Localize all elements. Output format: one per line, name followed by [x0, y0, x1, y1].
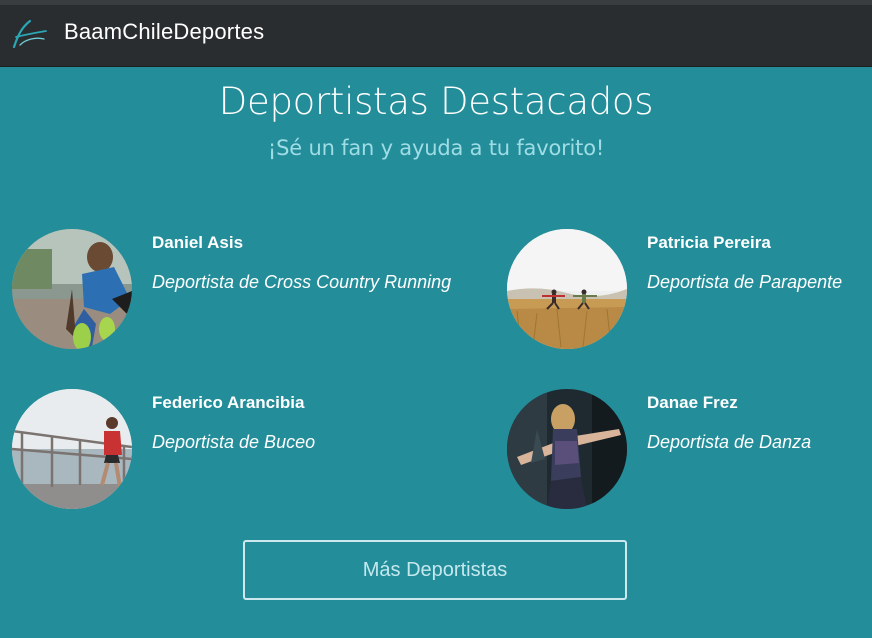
athlete-card-daniel-asis[interactable]: Daniel Asis Deportista de Cross Country … — [12, 229, 451, 349]
athlete-sport: Deportista de Buceo — [152, 432, 316, 452]
athlete-name[interactable]: Federico Arancibia — [152, 393, 304, 413]
athlete-name[interactable]: Daniel Asis — [152, 233, 243, 253]
page-title: Deportistas Destacados — [218, 80, 654, 123]
brand-name[interactable]: BaamChileDeportes — [64, 19, 264, 45]
athlete-card-danae-frez[interactable]: Danae Frez Deportista de Danza — [507, 389, 872, 509]
athlete-sport: Deportista de Danza — [647, 432, 812, 452]
athlete-card-federico-arancibia[interactable]: Federico Arancibia Deportista de Buceo — [12, 389, 432, 509]
dancer-photo — [507, 389, 627, 509]
seaside-runner-photo — [12, 389, 132, 509]
baam-swoosh-logo-icon[interactable] — [8, 17, 48, 55]
athlete-photo[interactable] — [12, 389, 132, 509]
athlete-name[interactable]: Danae Frez — [647, 393, 738, 413]
athlete-card-patricia-pereira[interactable]: Patricia Pereira Deportista de Parapente — [507, 229, 872, 349]
athlete-name[interactable]: Patricia Pereira — [647, 233, 771, 253]
athlete-sport: Deportista de Cross Country Running — [152, 272, 452, 292]
athlete-photo[interactable] — [507, 389, 627, 509]
runner-stretching-photo — [12, 229, 132, 349]
athlete-photo[interactable] — [12, 229, 132, 349]
page-subtitle: ¡Sé un fan y ayuda a tu favorito! — [267, 136, 605, 160]
athlete-photo[interactable] — [507, 229, 627, 349]
athlete-sport: Deportista de Parapente — [647, 272, 843, 292]
top-navbar: BaamChileDeportes — [0, 0, 872, 67]
more-athletes-button[interactable]: Más Deportistas — [243, 540, 627, 600]
yoga-field-photo — [507, 229, 627, 349]
